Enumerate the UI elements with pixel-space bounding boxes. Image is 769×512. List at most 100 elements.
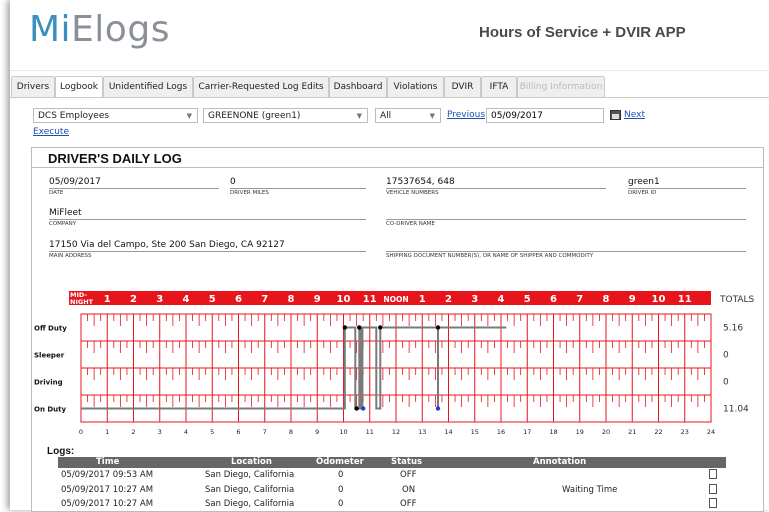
main-address-label: MAIN ADDRESS (49, 253, 92, 259)
tab-logbook[interactable]: Logbook (55, 76, 103, 98)
header-hour-label: 6 (235, 294, 242, 305)
duty-row-label: On Duty (34, 406, 67, 414)
axis-hour-label: 15 (471, 428, 479, 436)
driver-select-value: GREENONE (green1) (208, 111, 301, 121)
tab-drivers[interactable]: Drivers (11, 76, 55, 97)
col-time: Time (96, 457, 120, 467)
company-label: COMPANY (49, 221, 77, 227)
header-hour-label: 3 (471, 294, 478, 305)
header-hour-label: 4 (498, 294, 505, 305)
axis-hour-label: 23 (681, 428, 689, 436)
driver-miles-label: DRIVER MILES (230, 190, 269, 196)
date-input[interactable]: 05/09/2017 (486, 108, 604, 123)
duty-change-marker (435, 325, 441, 330)
chevron-down-icon: ▼ (356, 112, 362, 120)
duty-row-label: Off Duty (34, 325, 67, 333)
company-underline (49, 219, 366, 220)
driver-id: green1 (628, 177, 660, 187)
shipping-label: SHIPPING DOCUMENT NUMBER(S), OR NAME OF … (386, 253, 594, 259)
axis-hour-label: 14 (444, 428, 452, 436)
row-odometer: 0 (338, 470, 344, 480)
status-select[interactable]: All ▼ (375, 108, 441, 123)
app-header: MiElogs Hours of Service + DVIR APP (10, 0, 769, 71)
row-location: San Diego, California (205, 485, 295, 495)
header-hour-label: 4 (183, 294, 190, 305)
axis-hour-label: 8 (289, 428, 293, 436)
duty-status-grid: MID-NIGHT 1 2 3 4 5 6 7 8 9 10 11 NOON 1 2 3 4 5 6 7 8 9 10 11 T… (34, 291, 755, 436)
tab-ifta[interactable]: IFTA (481, 76, 517, 97)
header-hour-label: 5 (524, 294, 531, 305)
duty-change-marker (435, 406, 441, 411)
tab-carrier-requested-log-edits[interactable]: Carrier-Requested Log Edits (193, 76, 329, 97)
daily-log-title: DRIVER'S DAILY LOG (48, 151, 182, 166)
axis-hour-label: 19 (576, 428, 584, 436)
tab-unidentified-logs[interactable]: Unidentified Logs (103, 76, 193, 97)
axis-hour-label: 13 (418, 428, 426, 436)
row-time: 05/09/2017 10:27 AM (61, 499, 154, 509)
previous-link[interactable]: Previous (447, 110, 485, 120)
co-driver-underline (386, 219, 746, 220)
midnight-label-bottom: NIGHT (70, 298, 94, 306)
axis-hour-label: 5 (210, 428, 214, 436)
note-icon[interactable] (709, 484, 717, 494)
header-hour-label: 1 (104, 294, 111, 305)
axis-hour-label: 24 (707, 428, 715, 436)
duty-row-label: Sleeper (34, 352, 65, 360)
header-hour-label: 5 (209, 294, 216, 305)
company: MiFleet (49, 208, 82, 218)
co-driver-label: CO-DRIVER NAME (386, 221, 435, 227)
main-address: 17150 Via del Campo, Ste 200 San Diego, … (49, 240, 285, 250)
axis-hour-label: 21 (628, 428, 636, 436)
duty-row-label: Driving (34, 379, 63, 387)
duty-change-marker (357, 325, 362, 330)
app-logo: MiElogs (29, 9, 170, 50)
header-hour-label: 1 (419, 294, 426, 305)
axis-hour-label: 16 (497, 428, 505, 436)
header-hour-label: NOON (383, 295, 408, 304)
axis-hour-label: 10 (339, 428, 347, 436)
col-annotation: Annotation (533, 457, 587, 467)
tab-violations[interactable]: Violations (387, 76, 444, 97)
header-hour-label: 7 (576, 294, 583, 305)
header-hour-label: 11 (363, 294, 377, 305)
header-hour-label: 6 (550, 294, 557, 305)
header-hour-label: 10 (652, 294, 666, 305)
next-link[interactable]: Next (624, 110, 645, 120)
header-hour-label: 2 (445, 294, 452, 305)
group-select[interactable]: DCS Employees ▼ (33, 108, 198, 123)
chevron-down-icon: ▼ (429, 112, 435, 120)
col-odometer: Odometer (316, 457, 364, 467)
row-annotation: Waiting Time (562, 485, 618, 495)
row-status: OFF (400, 470, 417, 480)
row-time: 05/09/2017 10:27 AM (61, 485, 154, 495)
tab-underline (10, 97, 769, 98)
note-icon[interactable] (709, 498, 717, 508)
logo-prefix: Mi (29, 9, 72, 50)
header-hour-label: 8 (603, 294, 610, 305)
driver-miles: 0 (230, 177, 236, 187)
driver-select[interactable]: GREENONE (green1) ▼ (203, 108, 368, 123)
shipping-underline (386, 251, 746, 252)
log-date-label: DATE (49, 190, 64, 196)
main-address-underline (49, 251, 366, 252)
execute-link[interactable]: Execute (33, 127, 69, 137)
tab-dashboard[interactable]: Dashboard (329, 76, 387, 97)
calendar-icon[interactable] (610, 110, 621, 120)
duty-change-marker (378, 325, 383, 330)
header-hour-label: 10 (337, 294, 351, 305)
driver-id-underline (628, 188, 746, 189)
row-status: OFF (400, 499, 417, 509)
logo-suffix: Elogs (71, 9, 170, 50)
axis-hour-label: 18 (549, 428, 557, 436)
row-location: San Diego, California (205, 499, 295, 509)
tab-dvir[interactable]: DVIR (444, 76, 481, 97)
app-title: Hours of Service + DVIR APP (479, 24, 686, 41)
axis-hour-label: 2 (131, 428, 135, 436)
axis-hour-label: 1 (105, 428, 109, 436)
vehicle-numbers-underline (386, 188, 606, 189)
note-icon[interactable] (709, 469, 717, 479)
col-status: Status (391, 457, 423, 467)
axis-hour-label: 20 (602, 428, 610, 436)
title-divider (32, 167, 763, 168)
duty-row-total: 11.04 (723, 405, 749, 415)
